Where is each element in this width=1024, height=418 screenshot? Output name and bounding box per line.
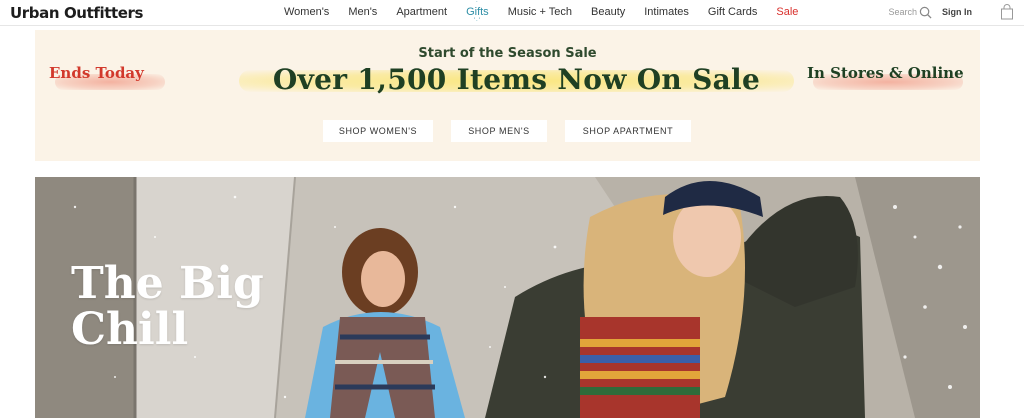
search-label[interactable]: Search: [888, 7, 917, 17]
hero-title: The Big Chill: [71, 261, 264, 353]
top-navigation: Urban Outfitters Women's Men's Apartment…: [0, 0, 1024, 26]
nav-link-sale[interactable]: Sale: [776, 6, 798, 18]
nav-link-music-tech[interactable]: Music + Tech: [508, 6, 572, 18]
nav-link-intimates[interactable]: Intimates: [644, 6, 689, 18]
sign-in-link[interactable]: Sign In: [942, 7, 972, 17]
nav-link-mens[interactable]: Men's: [348, 6, 377, 18]
main-nav: Women's Men's Apartment '·' Gifts '·' Mu…: [284, 0, 817, 24]
sparkle-icon: '·': [473, 0, 482, 5]
promo-headline: Over 1,500 Items Now On Sale: [272, 63, 761, 96]
nav-link-gifts-label: Gifts: [466, 6, 489, 18]
sale-promo-banner: Start of the Season Sale Ends Today Over…: [35, 30, 980, 161]
nav-link-gift-cards[interactable]: Gift Cards: [708, 6, 758, 18]
brand-logo[interactable]: Urban Outfitters: [10, 4, 143, 22]
in-stores-block: In Stores & Online: [807, 64, 973, 90]
nav-link-gifts[interactable]: '·' Gifts '·': [466, 0, 489, 24]
hero-banner[interactable]: The Big Chill: [35, 177, 980, 418]
bag-icon[interactable]: [1000, 4, 1014, 20]
promo-pre-headline: Start of the Season Sale: [418, 46, 597, 61]
search-icon[interactable]: [919, 6, 932, 19]
shop-apartment-button[interactable]: SHOP APARTMENT: [565, 120, 691, 142]
nav-utilities: Search Sign In: [888, 4, 1014, 20]
sparkle-icon: '·': [473, 18, 482, 24]
shop-mens-button[interactable]: SHOP MEN'S: [451, 120, 547, 142]
ends-today-block: Ends Today: [49, 64, 169, 90]
nav-link-womens[interactable]: Women's: [284, 6, 329, 18]
ends-today-text: Ends Today: [49, 64, 144, 82]
shop-womens-button[interactable]: SHOP WOMEN'S: [323, 120, 433, 142]
hero-title-line-1: The Big: [71, 258, 264, 309]
nav-link-beauty[interactable]: Beauty: [591, 6, 625, 18]
nav-link-apartment[interactable]: Apartment: [396, 6, 447, 18]
in-stores-text: In Stores & Online: [807, 64, 964, 82]
promo-headline-block: Over 1,500 Items Now On Sale: [229, 64, 804, 96]
promo-button-row: SHOP WOMEN'S SHOP MEN'S SHOP APARTMENT: [323, 120, 709, 142]
hero-title-line-2: Chill: [71, 304, 189, 355]
